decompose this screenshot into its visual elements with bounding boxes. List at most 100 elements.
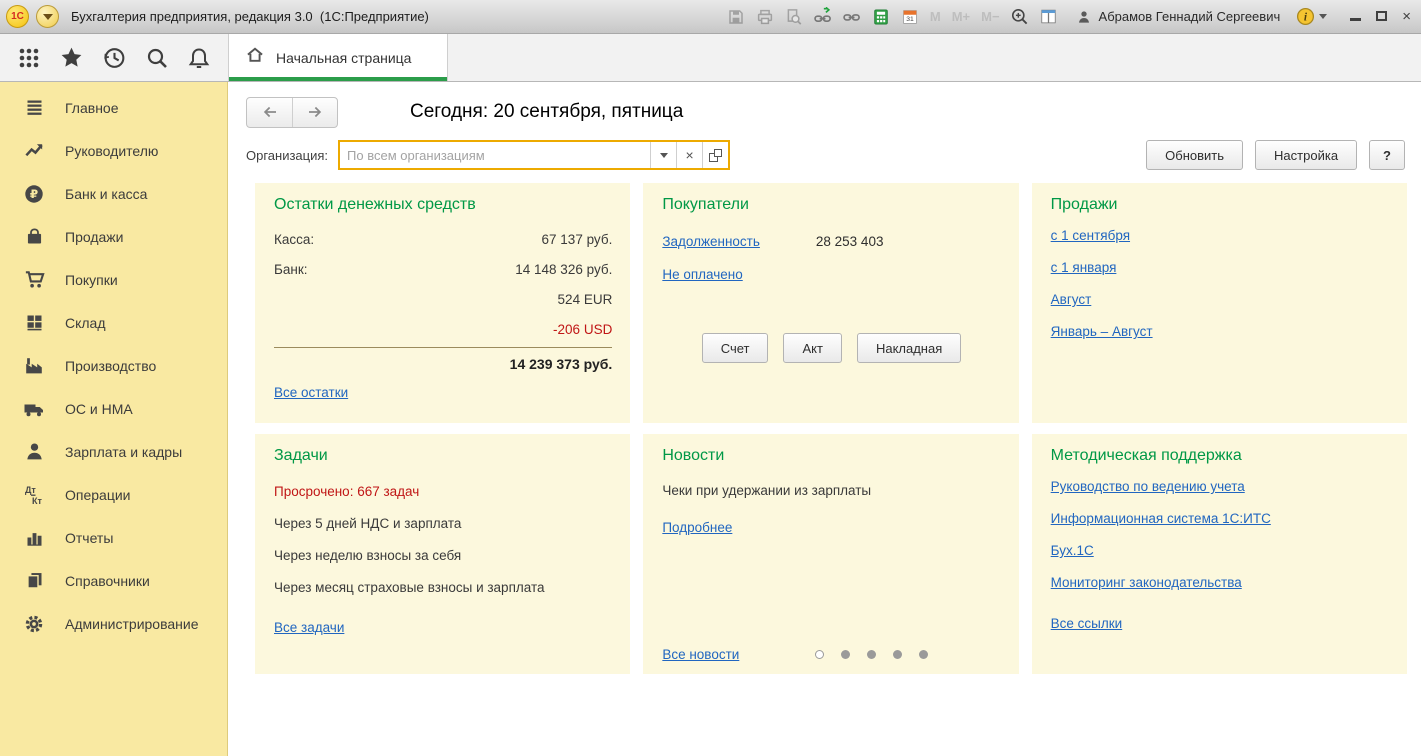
sidebar-item-pokupki[interactable]: Покупки — [0, 258, 227, 301]
main-menu-button[interactable] — [36, 5, 59, 28]
all-news-link[interactable]: Все новости — [662, 647, 739, 662]
help-button[interactable]: ? — [1369, 140, 1405, 170]
unpaid-link[interactable]: Не оплачено — [662, 267, 742, 282]
buh-1c-link[interactable]: Бух.1С — [1051, 540, 1389, 562]
maximize-icon — [1376, 11, 1387, 21]
history-icon[interactable] — [101, 45, 127, 71]
sidebar-item-bank-kassa[interactable]: ₽ Банк и касса — [0, 172, 227, 215]
print-icon[interactable] — [755, 7, 775, 27]
favorites-star-icon[interactable] — [59, 45, 85, 71]
sidebar-item-operacii[interactable]: ДтКт Операции — [0, 473, 227, 516]
balance-value: 524 EUR — [558, 285, 613, 315]
act-button[interactable]: Акт — [783, 333, 841, 363]
shopping-cart-icon — [22, 268, 46, 292]
svg-text:Кт: Кт — [32, 496, 42, 506]
panel-title: Методическая поддержка — [1051, 447, 1389, 465]
waybill-button[interactable]: Накладная — [857, 333, 961, 363]
sidebar-item-zarplata-kadry[interactable]: Зарплата и кадры — [0, 430, 227, 473]
sidebar-item-os-nma[interactable]: ОС и НМА — [0, 387, 227, 430]
sales-since-january-link[interactable]: с 1 января — [1051, 257, 1389, 279]
balance-total: 14 239 373 руб. — [274, 348, 612, 380]
sidebar-item-label: ОС и НМА — [65, 401, 133, 417]
sidebar-item-label: Склад — [65, 315, 106, 331]
open-form-icon — [709, 149, 722, 162]
memory-recall-button[interactable]: M — [929, 9, 942, 24]
its-system-link[interactable]: Информационная система 1С:ИТС — [1051, 508, 1389, 530]
1c-logo-icon: 1С — [6, 5, 29, 28]
task-item: Через 5 дней НДС и зарплата — [274, 508, 612, 540]
tab-home[interactable]: Начальная страница — [228, 34, 448, 81]
calendar-icon[interactable]: 31 — [900, 7, 920, 27]
search-icon[interactable] — [144, 45, 170, 71]
settings-button[interactable]: Настройка — [1255, 140, 1357, 170]
trend-chart-icon — [22, 139, 46, 163]
memory-minus-button[interactable]: M− — [980, 9, 1000, 24]
sidebar-item-glavnoe[interactable]: Главное — [0, 86, 227, 129]
accounting-guide-link[interactable]: Руководство по ведению учета — [1051, 476, 1389, 498]
refresh-button[interactable]: Обновить — [1146, 140, 1243, 170]
sidebar-item-otchety[interactable]: Отчеты — [0, 516, 227, 559]
sales-since-september-link[interactable]: с 1 сентября — [1051, 225, 1389, 247]
all-tasks-link[interactable]: Все задачи — [274, 620, 344, 635]
organization-dropdown-button[interactable] — [650, 142, 676, 168]
maximize-button[interactable] — [1376, 9, 1387, 24]
news-more-link[interactable]: Подробнее — [662, 520, 1000, 535]
close-button[interactable]: × — [1402, 9, 1411, 24]
app-title: Бухгалтерия предприятия, редакция 3.0 (1… — [71, 9, 429, 24]
balance-label: Касса: — [274, 225, 314, 255]
sidebar-item-label: Продажи — [65, 229, 123, 245]
sections-menu-icon[interactable] — [16, 45, 42, 71]
carousel-dot[interactable] — [893, 650, 902, 659]
today-date-title: Сегодня: 20 сентября, пятница — [410, 101, 683, 123]
info-menu-button[interactable]: i — [1295, 6, 1327, 27]
carousel-dot[interactable] — [867, 650, 876, 659]
law-monitoring-link[interactable]: Мониторинг законодательства — [1051, 572, 1389, 594]
all-balances-link[interactable]: Все остатки — [274, 385, 348, 400]
carousel-dot[interactable] — [841, 650, 850, 659]
dashboard-panels: Остатки денежных средств Касса: 67 137 р… — [255, 183, 1407, 674]
split-window-icon[interactable] — [1039, 7, 1059, 27]
go-link-icon[interactable] — [842, 7, 862, 27]
sidebar-item-proizvodstvo[interactable]: Производство — [0, 344, 227, 387]
sales-january-august-link[interactable]: Январь – Август — [1051, 321, 1389, 343]
app-window: 1С Бухгалтерия предприятия, редакция 3.0… — [0, 0, 1421, 756]
history-nav-group — [246, 97, 338, 128]
print-preview-icon[interactable] — [784, 7, 804, 27]
memory-plus-button[interactable]: M+ — [951, 9, 971, 24]
sections-sidebar: Главное Руководителю ₽ Банк и касса Прод… — [0, 82, 228, 756]
sidebar-item-spravochniki[interactable]: Справочники — [0, 559, 227, 602]
calculator-icon[interactable] — [871, 7, 891, 27]
balance-row: Банк: 14 148 326 руб. — [274, 255, 612, 285]
all-links-link[interactable]: Все ссылки — [1051, 616, 1123, 631]
organization-input[interactable] — [340, 142, 650, 168]
zoom-icon[interactable] — [1010, 7, 1030, 27]
sidebar-item-administrirovanie[interactable]: Администрирование — [0, 602, 227, 645]
debt-row: Задолженность 28 253 403 — [662, 225, 1000, 258]
gear-icon — [22, 612, 46, 636]
minimize-button[interactable] — [1350, 9, 1361, 24]
get-link-icon[interactable] — [813, 7, 833, 27]
notifications-bell-icon[interactable] — [186, 45, 212, 71]
chevron-down-icon — [43, 14, 53, 20]
organization-open-button[interactable] — [702, 142, 728, 168]
back-button[interactable] — [247, 98, 292, 127]
sidebar-item-sklad[interactable]: Склад — [0, 301, 227, 344]
panel-title: Задачи — [274, 447, 612, 465]
invoice-button[interactable]: Счет — [702, 333, 769, 363]
carousel-dot-active[interactable] — [815, 650, 824, 659]
news-headline: Чеки при удержании из зарплаты — [662, 476, 1000, 506]
minimize-icon — [1350, 11, 1361, 21]
balance-row: 524 EUR — [274, 285, 612, 315]
sidebar-item-label: Производство — [65, 358, 156, 374]
user-name: Абрамов Геннадий Сергеевич — [1099, 9, 1281, 24]
sales-august-link[interactable]: Август — [1051, 289, 1389, 311]
sidebar-item-prodazhi[interactable]: Продажи — [0, 215, 227, 258]
organization-clear-button[interactable]: × — [676, 142, 702, 168]
debt-link[interactable]: Задолженность — [662, 225, 760, 258]
titlebar-toolbar: 31 M M+ M− Абрамов Геннадий Сергеевич i — [726, 6, 1411, 27]
forward-button[interactable] — [292, 98, 337, 127]
save-icon[interactable] — [726, 7, 746, 27]
carousel-dot[interactable] — [919, 650, 928, 659]
current-user[interactable]: Абрамов Геннадий Сергеевич — [1074, 7, 1281, 27]
sidebar-item-rukovoditelyu[interactable]: Руководителю — [0, 129, 227, 172]
